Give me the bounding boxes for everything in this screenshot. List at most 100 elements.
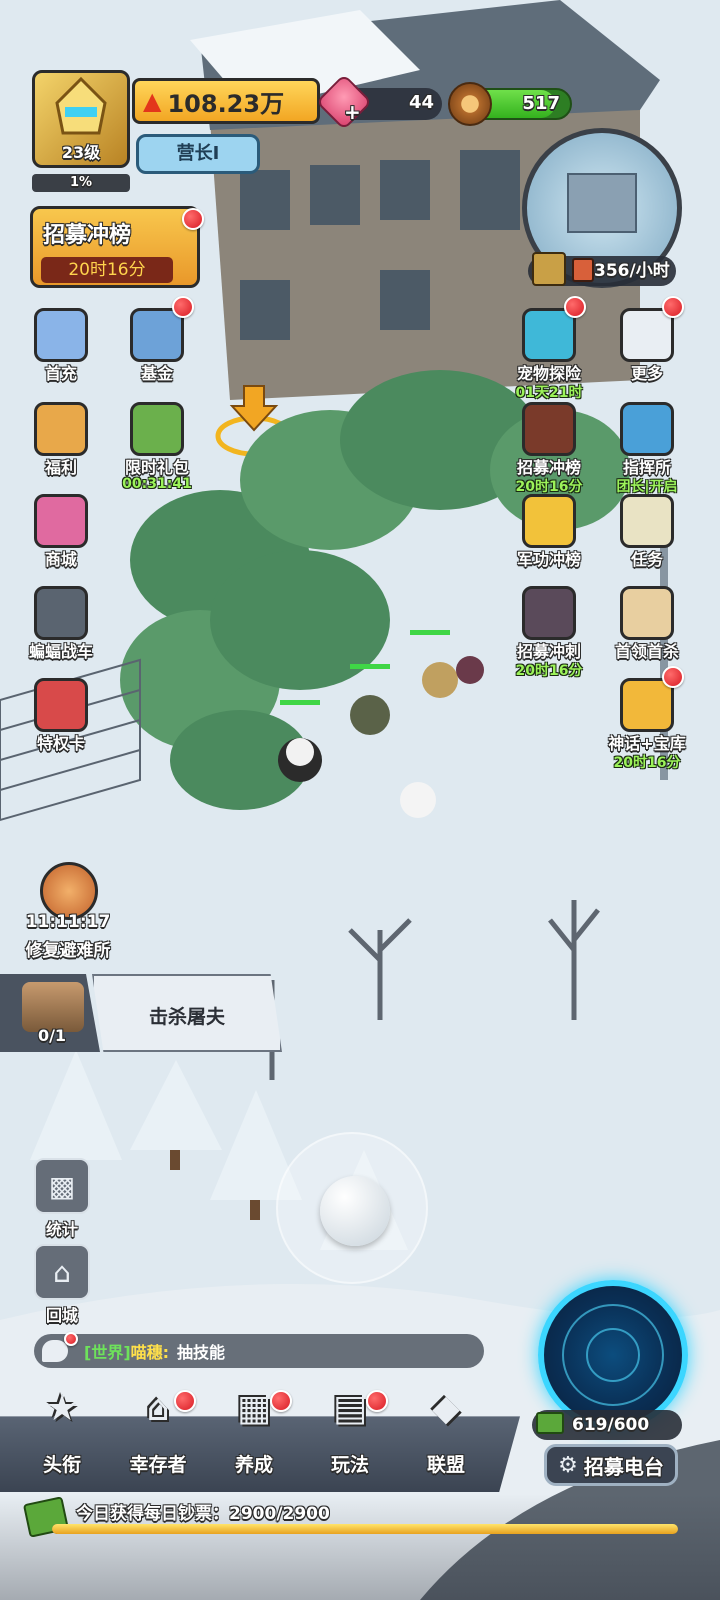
nav-tab-label: 联盟: [426, 1454, 465, 1476]
banner-timer: 20时16分: [41, 257, 173, 283]
menu-label: 宠物探险: [516, 364, 581, 383]
menu-label: 基金: [140, 364, 173, 383]
banner-title: 招募冲榜: [43, 223, 132, 248]
recruit-radio-button[interactable]: ⚙ 招募电台: [544, 1444, 678, 1486]
menu-label: 蝙蝠战车: [28, 642, 93, 661]
menu-label: 首领首杀: [614, 642, 679, 661]
quest-progress: 0/1: [37, 1026, 67, 1045]
bar-chart-icon: ▩: [34, 1158, 90, 1214]
wood-counter: 517: [448, 82, 572, 126]
quest-target-panel: 0/1: [0, 974, 100, 1052]
shop-basket-icon: [34, 494, 88, 548]
menu-button-4[interactable]: 军功冲榜: [504, 494, 594, 584]
menu-sublabel: 团长|开启: [616, 479, 678, 495]
menu-button-3[interactable]: 指挥所团长|开启: [602, 402, 692, 495]
menu-label: 限时礼包: [124, 458, 189, 477]
gem-counter[interactable]: + 44: [315, 73, 442, 131]
shield-alliance-icon: ◆: [432, 1387, 460, 1429]
menu-sublabel: 20时16分: [515, 663, 583, 679]
joystick-knob[interactable]: [320, 1176, 390, 1246]
menu-label: 招募冲刺: [516, 642, 581, 661]
menu-sublabel: 20时16分: [613, 755, 681, 771]
cash-gift-icon: [130, 402, 184, 456]
menu-button-5[interactable]: 任务: [602, 494, 692, 584]
menu-button-1[interactable]: 更多: [602, 308, 692, 398]
menu-button-7[interactable]: 首领首杀: [602, 586, 692, 676]
exp-percent: 1%: [32, 174, 130, 192]
gear-icon: ⚙: [558, 1452, 578, 1478]
repair-shelter-button[interactable]: 11:11:17 修复避难所: [18, 862, 118, 962]
recruit-sprint-icon: [522, 586, 576, 640]
notification-dot: [174, 1390, 196, 1412]
home-button[interactable]: ⌂ 回城: [30, 1244, 94, 1325]
factory-icon: [532, 252, 566, 286]
chat-bubble-icon: [42, 1340, 68, 1362]
wood-value: 517: [522, 93, 560, 114]
menu-button-2[interactable]: 福利: [16, 402, 106, 492]
menu-button-4[interactable]: 商城: [16, 494, 106, 584]
daily-ticket-progress: [52, 1524, 678, 1534]
nav-tab-4[interactable]: ◆ 联盟: [398, 1380, 494, 1480]
nav-tab-label: 幸存者: [129, 1454, 187, 1476]
virtual-joystick[interactable]: [276, 1132, 428, 1284]
notification-dot: [366, 1390, 388, 1412]
menu-button-3[interactable]: 限时礼包 00:31:41: [112, 402, 202, 492]
task-list-icon: [620, 494, 674, 548]
nav-tab-0[interactable]: ★ 头衔: [14, 1380, 110, 1480]
recruit-radio-label: 招募电台: [583, 1454, 664, 1479]
player-level: 23级: [61, 143, 101, 162]
plus-icon[interactable]: +: [344, 100, 361, 124]
flame-icon: ▲: [143, 87, 162, 115]
menu-button-5[interactable]: 蝙蝠战车: [16, 586, 106, 676]
menu-sublabel: 01天21时: [515, 385, 583, 401]
privilege-card-icon: [34, 678, 88, 732]
chat-bar[interactable]: [世界] 喵穗: 抽技能: [34, 1334, 484, 1368]
menu-label: 特权卡: [36, 734, 85, 753]
notification-dot: [662, 666, 684, 688]
player-avatar[interactable]: 23级: [32, 70, 130, 168]
menu-label: 任务: [630, 550, 663, 569]
stats-label: 统计: [45, 1220, 78, 1239]
menu-button-6[interactable]: 特权卡: [16, 678, 106, 768]
menu-label: 福利: [44, 458, 77, 477]
power-value: 108.23万: [167, 89, 285, 118]
wanted-poster-icon: [620, 586, 674, 640]
repair-label: 修复避难所: [25, 941, 111, 961]
notification-dot: [662, 296, 684, 318]
menu-button-0[interactable]: 宠物探险 01天21时: [504, 308, 594, 401]
chat-channel: [世界]: [84, 1343, 131, 1362]
menu-label: 军功冲榜: [516, 550, 581, 569]
menu-button-2[interactable]: 招募冲榜 20时16分: [504, 402, 594, 495]
butcher-portrait-icon: [22, 982, 84, 1032]
recruit-rank-icon: [522, 402, 576, 456]
daily-ticket-fill: [52, 1524, 678, 1534]
rank-badge[interactable]: 营长Ⅰ: [136, 134, 260, 174]
menu-button-1[interactable]: 基金: [112, 308, 202, 398]
menu-label: 指挥所: [622, 458, 671, 477]
menu-sublabel: 00:31:41: [122, 476, 192, 492]
gem-value: 44: [408, 92, 434, 113]
menu-button-8[interactable]: 神话+宝库 20时16分: [602, 678, 692, 771]
recruit-rank-banner[interactable]: 招募冲榜 20时16分: [30, 206, 200, 288]
house-icon: ⌂: [34, 1244, 90, 1300]
military-medal-icon: [522, 494, 576, 548]
menu-button-0[interactable]: 首充: [16, 308, 106, 398]
power-display: ▲ 108.23万: [132, 78, 320, 124]
menu-sublabel: 20时16分: [515, 479, 583, 495]
repair-timer: 11:11:17: [25, 912, 111, 932]
menu-label: 首充: [44, 364, 77, 383]
menu-label: 商城: [44, 550, 77, 569]
notification-dot: [182, 208, 204, 230]
star-badge-icon: ★: [45, 1387, 79, 1429]
radar-icon[interactable]: [538, 1280, 688, 1430]
quest-tracker[interactable]: 0/1 击杀屠夫: [0, 974, 284, 1052]
nav-tab-label: 玩法: [330, 1454, 369, 1476]
stats-button[interactable]: ▩ 统计: [30, 1158, 94, 1239]
menu-label: 神话+宝库: [608, 734, 686, 753]
menu-button-6[interactable]: 招募冲刺 20时16分: [504, 586, 594, 679]
daily-ticket-text: 今日获得每日钞票：2900/2900: [76, 1504, 330, 1524]
nav-tab-label: 头衔: [42, 1454, 81, 1476]
nav-tab-label: 养成: [234, 1454, 273, 1476]
notification-dot: [64, 1332, 78, 1346]
notification-dot: [172, 296, 194, 318]
